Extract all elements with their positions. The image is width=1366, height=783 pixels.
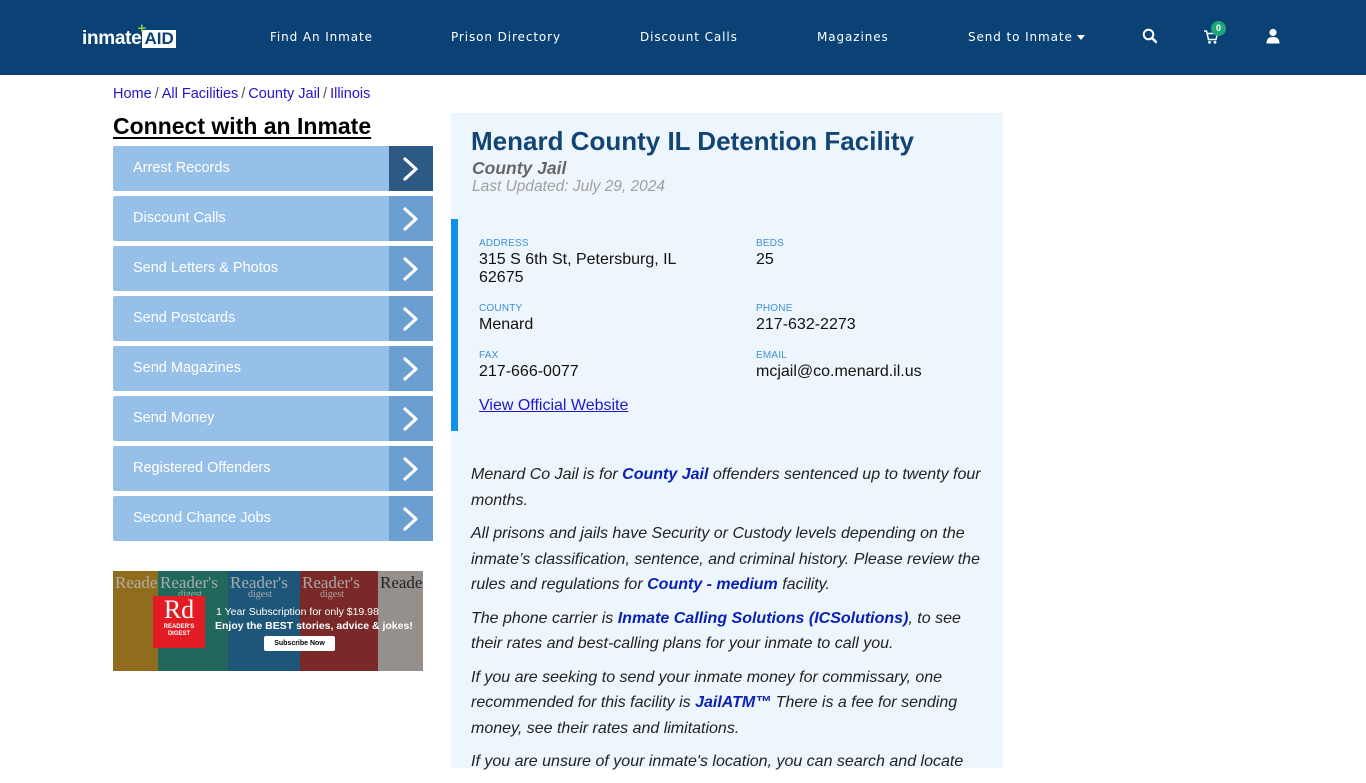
logo-text-aid: + AID bbox=[137, 21, 176, 48]
readers-digest-ad-banner[interactable]: Reader's Reader's digest Reader's digest R… bbox=[113, 571, 423, 671]
email-value: mcjail@co.menard.il.us bbox=[756, 363, 922, 380]
nav-prison-directory[interactable]: Prison Directory bbox=[451, 30, 561, 44]
address-value: 315 S 6th St, Petersburg, IL 62675 bbox=[479, 251, 676, 286]
nav-magazines[interactable]: Magazines bbox=[817, 30, 889, 44]
chevron-right-icon bbox=[389, 346, 433, 391]
sidebar-item-label: Second Chance Jobs bbox=[133, 510, 271, 526]
breadcrumb-separator: / bbox=[241, 86, 246, 102]
readers-digest-logo: Rd READER'S DIGEST bbox=[153, 596, 205, 648]
breadcrumb-county-jail[interactable]: County Jail bbox=[248, 86, 320, 102]
sidebar-menu: Arrest Records Discount Calls Send Lette… bbox=[113, 146, 433, 546]
sidebar-item-discount-calls[interactable]: Discount Calls bbox=[113, 196, 433, 241]
sidebar-item-label: Arrest Records bbox=[133, 160, 230, 176]
description-paragraph: If you are unsure of your inmate's locat… bbox=[471, 749, 991, 775]
text: Menard Co Jail is for bbox=[471, 466, 623, 483]
facility-info-card: Address 315 S 6th St, Petersburg, IL 626… bbox=[451, 219, 1003, 431]
sidebar-title: Connect with an Inmate bbox=[113, 113, 372, 139]
county-value: Menard bbox=[479, 316, 534, 333]
cart-count-badge: 0 bbox=[1211, 21, 1226, 36]
security-level-link[interactable]: County - medium bbox=[647, 576, 778, 593]
county-jail-link[interactable]: County Jail bbox=[622, 466, 708, 483]
breadcrumb-separator: / bbox=[323, 86, 328, 102]
county-field: County Menard bbox=[479, 303, 533, 334]
sidebar-item-send-magazines[interactable]: Send Magazines bbox=[113, 346, 433, 391]
account-button[interactable] bbox=[1264, 26, 1286, 48]
phone-carrier-link[interactable]: Inmate Calling Solutions (ICSolutions) bbox=[618, 610, 909, 627]
fax-label: Fax bbox=[479, 350, 499, 361]
text: The phone carrier is bbox=[471, 609, 618, 627]
breadcrumb-home[interactable]: Home bbox=[113, 86, 152, 102]
email-field: Email mcjail@co.menard.il.us bbox=[756, 350, 922, 381]
sidebar-item-label: Send Postcards bbox=[133, 310, 236, 326]
phone-label: Phone bbox=[756, 303, 793, 314]
facility-description: Menard Co Jail is for County Jail offend… bbox=[471, 462, 991, 783]
fax-field: Fax 217-666-0077 bbox=[479, 350, 579, 381]
sidebar-item-send-money[interactable]: Send Money bbox=[113, 396, 433, 441]
beds-label: Beds bbox=[756, 238, 785, 249]
facility-title: Menard County IL Detention Facility bbox=[471, 126, 915, 156]
logo-text-inmate: inmate bbox=[82, 28, 142, 49]
chevron-right-icon bbox=[389, 446, 433, 491]
logo-plus-icon: + bbox=[137, 20, 147, 37]
sidebar-item-arrest-records[interactable]: Arrest Records bbox=[113, 146, 433, 191]
site-logo[interactable]: inmate + AID bbox=[82, 21, 176, 50]
beds-field: Beds 25 bbox=[756, 238, 784, 269]
description-paragraph: The phone carrier is Inmate Calling Solu… bbox=[471, 606, 991, 657]
breadcrumb-all-facilities[interactable]: All Facilities bbox=[162, 86, 239, 102]
address-field: Address 315 S 6th St, Petersburg, IL 626… bbox=[479, 238, 709, 287]
top-navbar: inmate + AID Find An Inmate Prison Direc… bbox=[0, 0, 1366, 75]
nav-discount-calls[interactable]: Discount Calls bbox=[640, 30, 738, 44]
description-paragraph: All prisons and jails have Security or C… bbox=[471, 521, 991, 598]
view-official-website-link[interactable]: View Official Website bbox=[479, 397, 628, 415]
chevron-right-icon bbox=[389, 146, 433, 191]
chevron-right-icon bbox=[389, 246, 433, 291]
nav-send-to-inmate-label: Send to Inmate bbox=[968, 30, 1073, 44]
logo-aid-label: AID bbox=[144, 29, 174, 48]
description-paragraph: If you are seeking to send your inmate m… bbox=[471, 665, 991, 742]
facility-details-panel: Menard County IL Detention Facility Coun… bbox=[451, 113, 1003, 770]
sidebar-item-label: Send Money bbox=[133, 410, 215, 426]
cart-button[interactable]: 0 bbox=[1203, 21, 1226, 48]
sidebar-item-label: Send Magazines bbox=[133, 360, 242, 376]
nav-send-to-inmate[interactable]: Send to Inmate bbox=[968, 30, 1085, 44]
breadcrumb: Home / All Facilities / County Jail / Illinois bbox=[113, 86, 370, 102]
facility-type: County Jail bbox=[472, 158, 567, 178]
text: facility. bbox=[777, 576, 830, 593]
county-label: County bbox=[479, 303, 523, 314]
phone-field: Phone 217-632-2273 bbox=[756, 303, 856, 334]
sidebar-item-second-chance-jobs[interactable]: Second Chance Jobs bbox=[113, 496, 433, 541]
beds-value: 25 bbox=[756, 251, 774, 268]
rd-brand-name: READER'S DIGEST bbox=[163, 624, 195, 637]
ad-offer-text: 1 Year Subscription for only $19.98 bbox=[216, 606, 379, 618]
description-paragraph: Menard Co Jail is for County Jail offend… bbox=[471, 462, 991, 513]
sidebar-item-registered-offenders[interactable]: Registered Offenders bbox=[113, 446, 433, 491]
sidebar-item-send-postcards[interactable]: Send Postcards bbox=[113, 296, 433, 341]
chevron-right-icon bbox=[389, 496, 433, 541]
rd-logo-text: Rd bbox=[163, 595, 195, 624]
chevron-right-icon bbox=[389, 396, 433, 441]
subscribe-now-button[interactable]: Subscribe Now bbox=[264, 636, 335, 651]
sidebar-item-label: Send Letters & Photos bbox=[133, 260, 279, 276]
ad-tagline: Enjoy the BEST stories, advice & jokes! bbox=[215, 620, 413, 632]
fax-value: 217-666-0077 bbox=[479, 363, 579, 380]
text: If you are unsure of your inmate's locat… bbox=[471, 753, 964, 770]
breadcrumb-separator: / bbox=[154, 86, 159, 102]
address-label: Address bbox=[479, 238, 529, 249]
sidebar-item-send-letters-photos[interactable]: Send Letters & Photos bbox=[113, 246, 433, 291]
sidebar-item-label: Registered Offenders bbox=[133, 460, 271, 476]
chevron-right-icon bbox=[389, 296, 433, 341]
nav-find-an-inmate[interactable]: Find An Inmate bbox=[270, 30, 373, 44]
breadcrumb-illinois[interactable]: Illinois bbox=[330, 86, 370, 102]
last-updated: Last Updated: July 29, 2024 bbox=[472, 178, 666, 195]
phone-value: 217-632-2273 bbox=[756, 316, 856, 333]
search-button[interactable] bbox=[1140, 26, 1162, 48]
caret-down-icon bbox=[1076, 35, 1085, 40]
jailatm-link[interactable]: JailATM™ bbox=[695, 694, 771, 711]
search-icon bbox=[1142, 28, 1158, 44]
email-label: Email bbox=[756, 350, 788, 361]
user-icon bbox=[1266, 28, 1280, 44]
sidebar-item-label: Discount Calls bbox=[133, 210, 226, 226]
chevron-right-icon bbox=[389, 196, 433, 241]
